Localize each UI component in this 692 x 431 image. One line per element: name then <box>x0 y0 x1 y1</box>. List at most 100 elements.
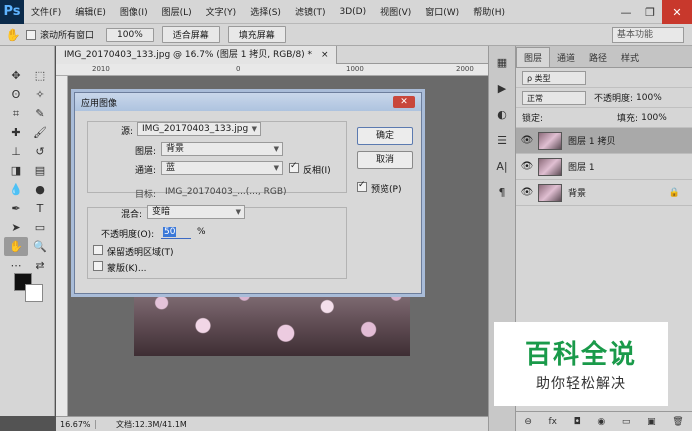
scroll-all-windows-checkbox[interactable] <box>26 29 36 40</box>
adjustment-layer-icon[interactable]: ◉ <box>597 417 605 427</box>
menu-layer[interactable]: 图层(L) <box>155 5 199 18</box>
target-label: 目标: <box>135 190 157 200</box>
zoom-level[interactable]: 16.67% <box>56 419 96 429</box>
history-brush-icon[interactable]: ↺ <box>28 142 52 161</box>
preview-checkbox[interactable] <box>357 180 367 192</box>
document-tabs: IMG_20170403_133.jpg @ 16.7% (图层 1 拷贝, R… <box>56 46 488 64</box>
link-layers-icon[interactable]: ⊖ <box>524 417 532 427</box>
eyedropper-icon[interactable]: ✎ <box>28 104 52 123</box>
add-mask-icon[interactable]: ◘ <box>574 417 581 427</box>
close-window-button[interactable]: ✕ <box>662 0 692 24</box>
invert-checkbox[interactable] <box>289 161 299 173</box>
tab-styles[interactable]: 样式 <box>614 48 646 67</box>
blur-tool-icon[interactable]: 💧 <box>4 180 28 199</box>
crop-tool-icon[interactable]: ⌗ <box>4 104 28 123</box>
marquee-tool-icon[interactable]: ⬚ <box>28 66 52 85</box>
tab-channels[interactable]: 通道 <box>550 48 582 67</box>
mask-checkbox[interactable] <box>93 261 103 271</box>
lock-label: 锁定: <box>522 114 544 124</box>
path-selection-icon[interactable]: ➤ <box>4 218 28 237</box>
maximize-button[interactable]: ❐ <box>638 0 662 24</box>
menu-3d[interactable]: 3D(D) <box>332 7 373 17</box>
eraser-tool-icon[interactable]: ◨ <box>4 161 28 180</box>
scroll-all-windows-label: 滚动所有窗口 <box>40 31 95 41</box>
layer-row-background[interactable]: 👁 背景 🔒 <box>516 180 692 206</box>
ruler-mark: 2010 <box>92 65 110 73</box>
fit-screen-button[interactable]: 适合屏幕 <box>161 26 220 43</box>
delete-layer-icon[interactable]: 🗑 <box>672 417 683 427</box>
menu-help[interactable]: 帮助(H) <box>466 5 512 18</box>
invert-label: 反相(I) <box>303 166 331 176</box>
channel-select[interactable]: 蓝 ▼ <box>161 161 283 175</box>
layer-kind-filter[interactable]: ρ 类型 <box>522 70 586 85</box>
layer-row-layer1[interactable]: 👁 图层 1 <box>516 154 692 180</box>
menu-select[interactable]: 选择(S) <box>243 5 288 18</box>
menu-file[interactable]: 文件(F) <box>24 5 68 18</box>
menu-window[interactable]: 窗口(W) <box>418 5 466 18</box>
character-panel-icon[interactable]: A| <box>492 156 512 176</box>
lock-icon: 🔒 <box>668 187 680 198</box>
blending-select[interactable]: 变暗 ▼ <box>147 205 245 219</box>
fill-label: 填充: <box>617 114 639 124</box>
menu-edit[interactable]: 编辑(E) <box>68 5 113 18</box>
opacity-unit: % <box>197 227 206 237</box>
menu-filter[interactable]: 滤镜(T) <box>288 5 333 18</box>
visibility-eye-icon[interactable]: 👁 <box>516 187 538 198</box>
watermark-subtitle: 助你轻松解决 <box>536 376 626 392</box>
layer-thumbnail <box>538 157 562 176</box>
tab-paths[interactable]: 路径 <box>582 48 614 67</box>
document-tab[interactable]: IMG_20170403_133.jpg @ 16.7% (图层 1 拷贝, R… <box>56 46 338 64</box>
pen-tool-icon[interactable]: ✒ <box>4 199 28 218</box>
adjustments-panel-icon[interactable]: ◐ <box>492 104 512 124</box>
cancel-button[interactable]: 取消 <box>357 151 413 169</box>
layer-style-icon[interactable]: fx <box>549 417 558 427</box>
paragraph-panel-icon[interactable]: ¶ <box>492 182 512 202</box>
new-group-icon[interactable]: ▭ <box>622 417 631 427</box>
preserve-transparency-checkbox[interactable] <box>93 245 103 255</box>
clone-stamp-icon[interactable]: ⊥ <box>4 142 28 161</box>
zoom-100-button[interactable]: 100% <box>106 27 154 42</box>
menu-view[interactable]: 视图(V) <box>373 5 418 18</box>
fill-value[interactable]: 100% <box>641 113 667 123</box>
layer-select[interactable]: 背景 ▼ <box>161 142 283 156</box>
magic-wand-icon[interactable]: ✧ <box>28 85 52 104</box>
zoom-tool-icon[interactable]: 🔍 <box>28 237 52 256</box>
move-tool-icon[interactable]: ✥ <box>4 66 28 85</box>
actions-panel-icon[interactable]: ▶ <box>492 78 512 98</box>
history-panel-icon[interactable]: ▦ <box>492 52 512 72</box>
lasso-tool-icon[interactable]: ʘ <box>4 85 28 104</box>
preserve-transparency-label: 保留透明区域(T) <box>107 248 174 258</box>
visibility-eye-icon[interactable]: 👁 <box>516 135 538 146</box>
visibility-eye-icon[interactable]: 👁 <box>516 161 538 172</box>
layer-row-layer1-copy[interactable]: 👁 图层 1 拷贝 <box>516 128 692 154</box>
background-color-swatch[interactable] <box>25 284 43 302</box>
gradient-tool-icon[interactable]: ▤ <box>28 161 52 180</box>
tab-layers[interactable]: 图层 <box>516 47 551 67</box>
shape-tool-icon[interactable]: ▭ <box>28 218 52 237</box>
minimize-button[interactable]: — <box>614 0 638 24</box>
opacity-value: 50 <box>163 227 177 237</box>
blend-mode-select[interactable]: 正常 <box>522 90 586 105</box>
source-select[interactable]: IMG_20170403_133.jpg ▼ <box>137 122 261 136</box>
new-layer-icon[interactable]: ▣ <box>647 417 656 427</box>
dodge-tool-icon[interactable]: ● <box>28 180 52 199</box>
healing-brush-icon[interactable]: ✚ <box>4 123 28 142</box>
tools-panel: ✥ ⬚ ʘ ✧ ⌗ ✎ ✚ 🖌 ⊥ ↺ ◨ ▤ 💧 ● ✒ T ➤ ▭ ✋ 🔍 … <box>0 46 55 416</box>
properties-panel-icon[interactable]: ☰ <box>492 130 512 150</box>
close-tab-icon[interactable]: × <box>321 50 329 60</box>
ok-button[interactable]: 确定 <box>357 127 413 145</box>
opacity-input[interactable]: 50 <box>161 225 191 239</box>
apply-image-dialog: 应用图像 ✕ 源: IMG_20170403_133.jpg ▼ 图层: 背景 … <box>74 92 422 294</box>
workspace-select[interactable]: 基本功能 <box>612 27 684 43</box>
opacity-label: 不透明度(O): <box>101 230 155 240</box>
type-tool-icon[interactable]: T <box>28 199 52 218</box>
brush-tool-icon[interactable]: 🖌 <box>28 123 52 142</box>
document-tab-title: IMG_20170403_133.jpg @ 16.7% (图层 1 拷贝, R… <box>64 50 313 60</box>
menu-image[interactable]: 图像(I) <box>113 5 155 18</box>
menu-type[interactable]: 文字(Y) <box>199 5 244 18</box>
dialog-close-button[interactable]: ✕ <box>393 96 415 108</box>
fill-screen-button[interactable]: 填充屏幕 <box>227 26 286 43</box>
preview-label: 预览(P) <box>371 185 402 195</box>
layer-opacity-value[interactable]: 100% <box>636 93 662 103</box>
hand-tool-button-icon[interactable]: ✋ <box>4 237 28 256</box>
